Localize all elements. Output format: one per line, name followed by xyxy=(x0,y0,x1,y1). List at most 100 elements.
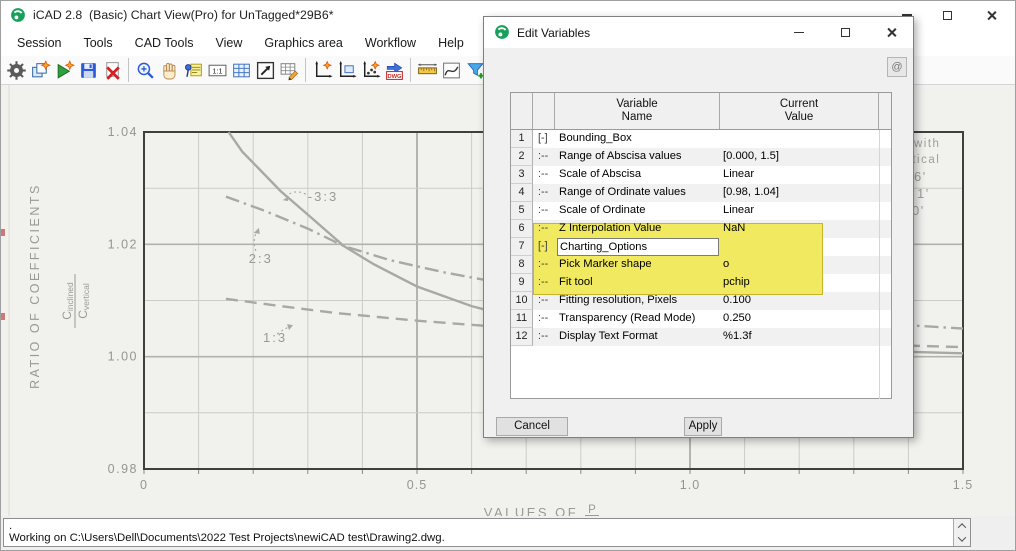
status-scrollbar xyxy=(953,519,970,546)
table-row[interactable]: 11:-- Transparency (Read Mode) 0.250 xyxy=(511,310,891,328)
table-row[interactable]: 6:-- Z Interpolation Value NaN xyxy=(511,220,891,238)
row-number[interactable]: 8 xyxy=(511,256,533,274)
new-chart-icon[interactable] xyxy=(310,58,334,82)
menu-view[interactable]: View xyxy=(208,32,251,54)
at-button[interactable]: @ xyxy=(887,57,907,77)
dialog-maximize-button[interactable] xyxy=(822,17,869,48)
actual-size-1-1-icon[interactable]: 1:1 xyxy=(205,58,229,82)
row-number[interactable]: 3 xyxy=(511,166,533,184)
menu-workflow[interactable]: Workflow xyxy=(357,32,424,54)
dialog-minimize-button[interactable] xyxy=(775,17,822,48)
status-line-2: Working on C:\Users\Dell\Documents\2022 … xyxy=(9,532,445,544)
row-number[interactable]: 1 xyxy=(511,130,533,148)
copy-objects-icon[interactable] xyxy=(28,58,52,82)
edit-table-icon[interactable] xyxy=(277,58,301,82)
table-row[interactable]: 3 :-- Scale of Abscisa Linear xyxy=(511,166,891,184)
menu-help[interactable]: Help xyxy=(430,32,472,54)
menu-graphics-area[interactable]: Graphics area xyxy=(256,32,351,54)
menu-cad-tools[interactable]: CAD Tools xyxy=(127,32,202,54)
table-row[interactable]: 1 [-] Bounding_Box xyxy=(511,130,891,148)
table-row[interactable]: 5:-- Scale of Ordinate Linear xyxy=(511,202,891,220)
current-value-cell[interactable] xyxy=(723,130,879,148)
variable-name-cell[interactable]: Transparency (Read Mode) xyxy=(557,310,719,328)
run-workflow-icon[interactable] xyxy=(52,58,76,82)
toolbar-separator xyxy=(128,58,129,82)
variable-name-cell[interactable]: Bounding_Box xyxy=(557,130,719,148)
table-header: Variable Name Current Value xyxy=(511,93,891,130)
row-number[interactable]: 5 xyxy=(511,202,533,220)
variable-name-cell[interactable]: Fit tool xyxy=(557,274,719,292)
table-row[interactable]: 12:-- Display Text Format %1.3f xyxy=(511,328,891,346)
save-icon[interactable] xyxy=(76,58,100,82)
current-value-cell[interactable]: Linear xyxy=(723,202,879,220)
fit-curve-icon[interactable] xyxy=(439,58,463,82)
svg-text:0.5: 0.5 xyxy=(407,478,427,492)
current-value-cell[interactable]: pchip xyxy=(723,274,879,292)
scroll-down-button[interactable] xyxy=(954,533,970,547)
variable-name-cell[interactable]: Charting_Options xyxy=(557,238,719,256)
icad-dialog-icon xyxy=(494,24,510,40)
variables-table: Variable Name Current Value 1 [-] Bounding… xyxy=(510,92,892,399)
variable-name-cell[interactable]: Scale of Abscisa xyxy=(557,166,719,184)
svg-text:RATIO OF COEFFICIENTS: RATIO OF COEFFICIENTS xyxy=(28,183,42,389)
table-row[interactable]: 7 [-] Charting_Options xyxy=(511,238,891,256)
current-value-cell[interactable]: %1.3f xyxy=(723,328,879,346)
current-value-cell[interactable]: NaN xyxy=(723,220,879,238)
current-value-cell[interactable]: 0.250 xyxy=(723,310,879,328)
table-row[interactable]: 8:-- Pick Marker shape o xyxy=(511,256,891,274)
app-window: iCAD 2.8 (Basic) Chart View(Pro) for UnT… xyxy=(0,0,1016,551)
delete-red-x-icon[interactable] xyxy=(100,58,124,82)
zoom-in-icon[interactable] xyxy=(133,58,157,82)
row-number[interactable]: 9 xyxy=(511,274,533,292)
table-row[interactable]: 10:-- Fitting resolution, Pixels 0.100 xyxy=(511,292,891,310)
apply-button[interactable]: Apply xyxy=(684,417,722,436)
table-row[interactable]: 2:-- Range of Abscisa values [0.000, 1.5] xyxy=(511,148,891,166)
chevron-up-icon xyxy=(957,522,967,532)
window-title: iCAD 2.8 (Basic) Chart View(Pro) for UnT… xyxy=(33,8,334,22)
row-number[interactable]: 6 xyxy=(511,220,533,238)
chart-region-icon[interactable] xyxy=(334,58,358,82)
edit-variables-dialog: Edit Variables @ Variable Name Current V… xyxy=(483,16,914,438)
current-value-cell[interactable]: [0.000, 1.5] xyxy=(723,148,879,166)
current-value-cell[interactable]: 0.100 xyxy=(723,292,879,310)
table-row[interactable]: 9:-- Fit tool pchip xyxy=(511,274,891,292)
annotate-note-icon[interactable] xyxy=(181,58,205,82)
collapse-toggle-icon[interactable]: [-] xyxy=(538,238,556,256)
row-number[interactable]: 2 xyxy=(511,148,533,166)
row-number[interactable]: 10 xyxy=(511,292,533,310)
variable-name-cell[interactable]: Z Interpolation Value xyxy=(557,220,719,238)
variable-name-cell[interactable]: Range of Ordinate values xyxy=(557,184,719,202)
current-value-cell[interactable]: Linear xyxy=(723,166,879,184)
chart-points-icon[interactable] xyxy=(358,58,382,82)
row-number[interactable]: 11 xyxy=(511,310,533,328)
current-value-cell[interactable]: [0.98, 1.04] xyxy=(723,184,879,202)
variable-name-cell[interactable]: Scale of Ordinate xyxy=(557,202,719,220)
cancel-button[interactable]: Cancel xyxy=(496,417,568,436)
row-number[interactable]: 7 xyxy=(511,238,533,256)
variable-name-cell[interactable]: Fitting resolution, Pixels xyxy=(557,292,719,310)
dialog-title-bar[interactable]: Edit Variables xyxy=(484,17,913,48)
grid-toggle-icon[interactable] xyxy=(229,58,253,82)
menu-session[interactable]: Session xyxy=(9,32,69,54)
export-dwg-icon[interactable]: DWG xyxy=(382,58,406,82)
scroll-up-button[interactable] xyxy=(954,519,970,533)
maximize-button[interactable] xyxy=(925,1,970,29)
variable-name-cell[interactable]: Range of Abscisa values xyxy=(557,148,719,166)
current-value-cell[interactable] xyxy=(723,238,879,256)
row-number[interactable]: 4 xyxy=(511,184,533,202)
variable-name-cell[interactable]: Display Text Format xyxy=(557,328,719,346)
collapse-toggle-icon[interactable]: [-] xyxy=(538,130,556,148)
icad-app-icon xyxy=(10,7,26,23)
table-row[interactable]: 4:-- Range of Ordinate values [0.98, 1.04] xyxy=(511,184,891,202)
pan-hand-icon[interactable] xyxy=(157,58,181,82)
settings-gear-icon[interactable] xyxy=(4,58,28,82)
leaf-prefix-icon: :-- xyxy=(538,168,549,180)
measure-ruler-icon[interactable] xyxy=(415,58,439,82)
dialog-close-button[interactable] xyxy=(868,17,915,48)
close-button[interactable] xyxy=(969,1,1014,29)
current-value-cell[interactable]: o xyxy=(723,256,879,274)
menu-tools[interactable]: Tools xyxy=(75,32,120,54)
row-number[interactable]: 12 xyxy=(511,328,533,346)
fit-extents-icon[interactable] xyxy=(253,58,277,82)
variable-name-cell[interactable]: Pick Marker shape xyxy=(557,256,719,274)
